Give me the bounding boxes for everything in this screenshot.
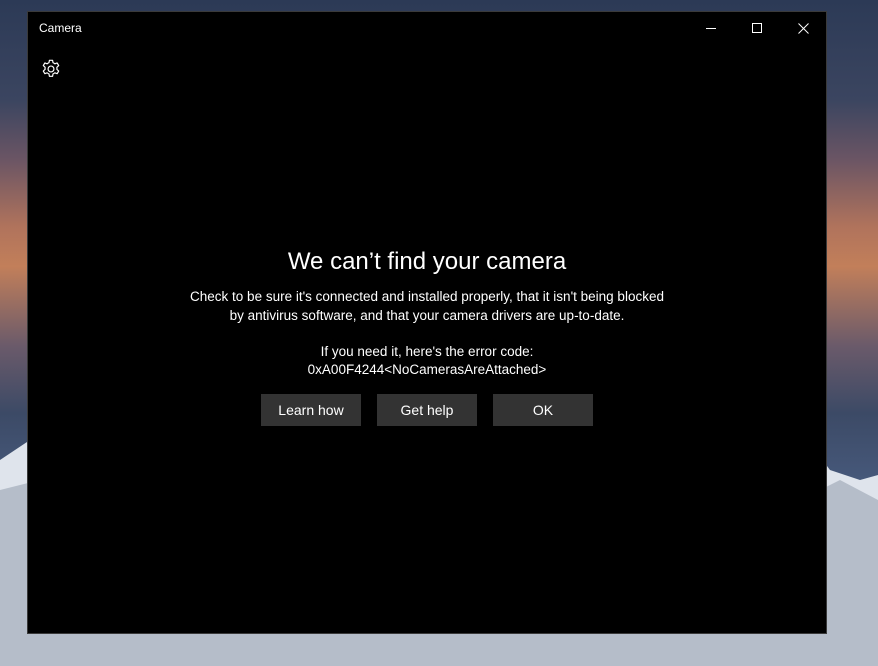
error-code-label: If you need it, here's the error code:	[320, 344, 534, 359]
action-buttons: Learn how Get help OK	[28, 394, 826, 426]
ok-button[interactable]: OK	[493, 394, 593, 426]
minimize-button[interactable]	[688, 12, 734, 44]
error-code: 0xA00F4244<NoCamerasAreAttached>	[307, 362, 547, 377]
get-help-button[interactable]: Get help	[377, 394, 477, 426]
error-heading: We can’t find your camera	[287, 248, 567, 275]
close-button[interactable]	[780, 12, 826, 44]
window-title: Camera	[39, 21, 82, 35]
error-description-line-2: by antivirus software, and that your cam…	[229, 308, 625, 323]
maximize-icon	[752, 23, 762, 33]
error-panel: We can’t find your camera Check to be su…	[28, 246, 826, 426]
camera-app-window: Camera We can’t find your camera Check t…	[27, 11, 827, 634]
error-description-line-1: Check to be sure it's connected and inst…	[190, 289, 664, 304]
title-bar[interactable]: Camera	[28, 12, 826, 44]
minimize-icon	[706, 28, 716, 29]
learn-how-button[interactable]: Learn how	[261, 394, 361, 426]
error-description: Check to be sure it's connected and inst…	[28, 287, 826, 325]
gear-icon	[42, 59, 60, 77]
close-icon	[797, 22, 809, 34]
settings-button[interactable]	[40, 58, 62, 80]
maximize-button[interactable]	[734, 12, 780, 44]
